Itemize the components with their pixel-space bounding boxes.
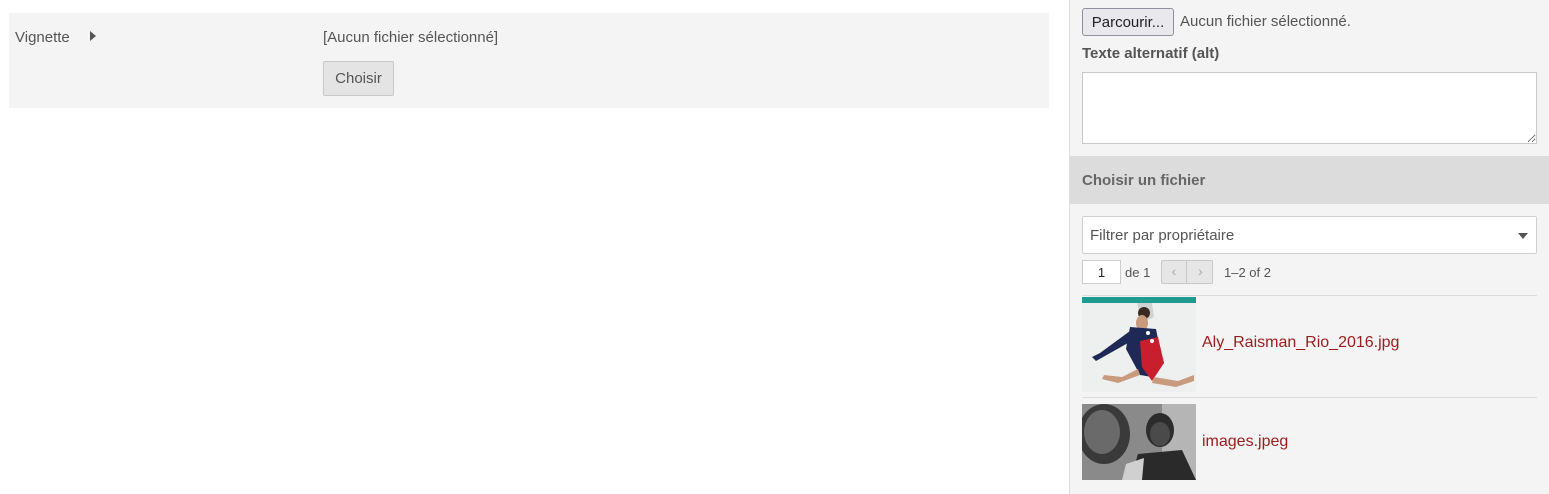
file-list-item[interactable]: images.jpeg — [1082, 397, 1537, 494]
chevron-left-icon[interactable]: ‹ — [1162, 261, 1187, 283]
athlete-bw-photo-image — [1082, 404, 1196, 480]
alt-text-field[interactable] — [1082, 72, 1537, 144]
file-sidebar: Parcourir... Aucun fichier sélectionné. … — [1069, 0, 1549, 494]
file-status-text: [Aucun fichier sélectionné] — [323, 29, 499, 46]
choose-button[interactable]: Choisir — [323, 61, 394, 96]
choose-file-section-header[interactable]: Choisir un fichier — [1070, 156, 1549, 204]
chevron-down-icon — [1518, 233, 1528, 239]
owner-filter-select[interactable]: Filtrer par propriétaire — [1082, 216, 1537, 254]
section-title: Choisir un fichier — [1082, 172, 1206, 189]
file-list-item[interactable]: Aly_Raisman_Rio_2016.jpg — [1082, 295, 1537, 397]
page-number-input[interactable] — [1082, 260, 1121, 284]
browse-status-text: Aucun fichier sélectionné. — [1180, 13, 1351, 30]
owner-filter-value: Filtrer par propriétaire — [1090, 227, 1235, 244]
range-text: 1–2 of 2 — [1224, 265, 1271, 280]
alt-text-label: Texte alternatif (alt) — [1082, 45, 1220, 62]
file-browser-panel: Filtrer par propriétaire de 1 ‹ › 1–2 of… — [1070, 204, 1549, 494]
file-thumbnail[interactable] — [1082, 404, 1196, 480]
vignette-field-row: Vignette [Aucun fichier sélectionné] Cho… — [9, 13, 1049, 108]
browse-button[interactable]: Parcourir... — [1082, 8, 1174, 36]
file-thumbnail[interactable] — [1082, 297, 1196, 392]
caret-right-icon[interactable] — [90, 31, 96, 41]
page-total-text: de 1 — [1125, 265, 1151, 280]
file-link[interactable]: images.jpeg — [1202, 433, 1288, 451]
pager: ‹ › — [1161, 260, 1213, 284]
vignette-label[interactable]: Vignette — [15, 29, 70, 46]
file-link[interactable]: Aly_Raisman_Rio_2016.jpg — [1202, 334, 1399, 352]
gymnast-photo-image — [1082, 297, 1196, 392]
chevron-right-icon[interactable]: › — [1188, 261, 1213, 283]
